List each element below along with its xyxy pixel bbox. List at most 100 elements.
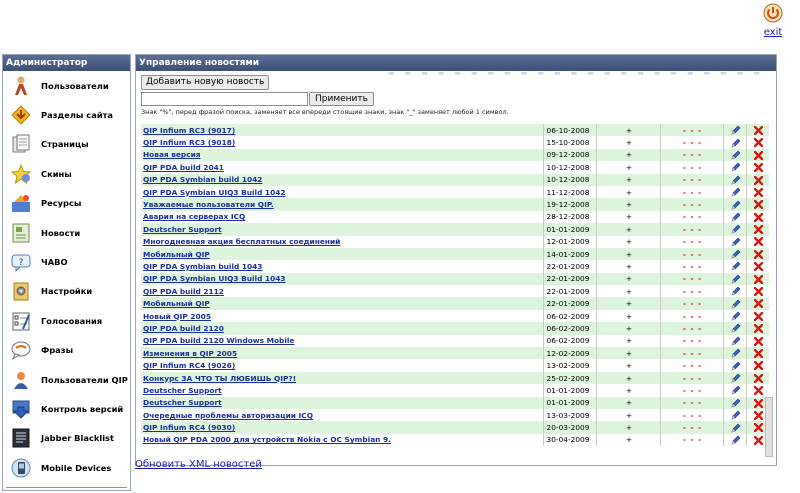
news-title-link[interactable]: Deutscher Support: [143, 225, 222, 234]
edit-icon[interactable]: [731, 237, 741, 247]
sidebar-item-jabber-blacklist[interactable]: Jabber Blacklist: [3, 424, 130, 453]
news-title-link[interactable]: QIP Infium RC4 (9030): [143, 423, 235, 432]
news-title-link[interactable]: QIP PDA Symbian UIQ3 Build 1042: [143, 188, 286, 197]
news-title-link[interactable]: QIP Infium RC3 (9018): [143, 138, 235, 147]
edit-icon[interactable]: [731, 187, 741, 197]
news-title-link[interactable]: QIP PDA build 2120: [143, 324, 224, 333]
update-xml-link[interactable]: Обновить XML новостей: [135, 459, 262, 470]
delete-icon[interactable]: [754, 212, 764, 222]
news-title-link[interactable]: Уважаемые пользователи QIP.: [143, 200, 274, 209]
news-title-link[interactable]: Мобильный QIP: [143, 250, 210, 259]
add-news-button[interactable]: Добавить новую новость: [141, 75, 270, 90]
news-title-link[interactable]: Deutscher Support: [143, 398, 222, 407]
edit-icon[interactable]: [731, 385, 741, 395]
sidebar-item-faq[interactable]: ? ЧАВО: [3, 247, 130, 276]
delete-icon[interactable]: [754, 163, 764, 173]
delete-icon[interactable]: [754, 373, 764, 383]
sidebar-item-resources[interactable]: Ресурсы: [3, 189, 130, 218]
exit-link[interactable]: exit: [764, 27, 783, 38]
delete-icon[interactable]: [754, 336, 764, 346]
news-title-link[interactable]: Очередные проблемы авторизации ICQ: [143, 411, 313, 420]
sidebar-item-polls[interactable]: Голосования: [3, 306, 130, 335]
news-title-link[interactable]: QIP PDA build 2041: [143, 163, 224, 172]
sidebar-item-phrases[interactable]: Фразы: [3, 336, 130, 365]
edit-icon[interactable]: [731, 274, 741, 284]
delete-icon[interactable]: [754, 435, 764, 445]
edit-icon[interactable]: [731, 261, 741, 271]
news-title-link[interactable]: QIP Infium RC3 (9017): [143, 126, 235, 135]
sidebar-item-pages[interactable]: Страницы: [3, 130, 130, 159]
news-title-link[interactable]: Мобильный QIP: [143, 299, 210, 308]
delete-icon[interactable]: [754, 125, 764, 135]
delete-icon[interactable]: [754, 249, 764, 259]
edit-icon[interactable]: [731, 150, 741, 160]
sidebar-item-skins[interactable]: Скины: [3, 159, 130, 188]
edit-icon[interactable]: [731, 348, 741, 358]
edit-icon[interactable]: [731, 286, 741, 296]
edit-icon[interactable]: [731, 336, 741, 346]
delete-icon[interactable]: [754, 423, 764, 433]
news-title-link[interactable]: Deutscher Support: [143, 386, 222, 395]
edit-icon[interactable]: [731, 398, 741, 408]
sidebar-item-mobile-devices[interactable]: Mobile Devices: [3, 453, 130, 482]
power-icon[interactable]: [763, 3, 783, 23]
edit-icon[interactable]: [731, 125, 741, 135]
edit-icon[interactable]: [731, 361, 741, 371]
delete-icon[interactable]: [754, 200, 764, 210]
delete-icon[interactable]: [754, 262, 764, 272]
news-title-link[interactable]: QIP PDA build 2112: [143, 287, 224, 296]
edit-icon[interactable]: [731, 212, 741, 222]
sidebar-item-sections[interactable]: Разделы сайта: [3, 100, 130, 129]
news-title-link[interactable]: Изменения в QIP 2005: [143, 349, 237, 358]
delete-icon[interactable]: [754, 187, 764, 197]
delete-icon[interactable]: [754, 398, 764, 408]
delete-icon[interactable]: [754, 274, 764, 284]
sidebar-item-users[interactable]: Пользователи: [3, 71, 130, 100]
delete-icon[interactable]: [754, 175, 764, 185]
news-title-link[interactable]: QIP Infium RC4 (9026): [143, 361, 235, 370]
news-title-link[interactable]: QIP PDA Symbian build 1042: [143, 175, 262, 184]
edit-icon[interactable]: [731, 138, 741, 148]
delete-icon[interactable]: [754, 311, 764, 321]
edit-icon[interactable]: [731, 423, 741, 433]
news-title-link[interactable]: Новый QIP PDA 2000 для устройств Nokia с…: [143, 435, 391, 444]
news-title-link[interactable]: QIP PDA Symbian UIQ3 Build 1043: [143, 274, 286, 283]
edit-icon[interactable]: [731, 249, 741, 259]
edit-icon[interactable]: [731, 435, 741, 445]
edit-icon[interactable]: [731, 410, 741, 420]
delete-icon[interactable]: [754, 410, 764, 420]
delete-icon[interactable]: [754, 324, 764, 334]
news-title-link[interactable]: QIP PDA build 2120 Windows Mobile: [143, 336, 294, 345]
sidebar-item-news[interactable]: Новости: [3, 218, 130, 247]
delete-icon[interactable]: [754, 348, 764, 358]
edit-icon[interactable]: [731, 323, 741, 333]
news-title-link[interactable]: Многодневная акция бесплатных соединений: [143, 237, 340, 246]
apply-button[interactable]: Применить: [309, 92, 374, 106]
news-title-link[interactable]: Авария на серверах ICQ: [143, 212, 245, 221]
news-title-link[interactable]: Новый QIP 2005: [143, 312, 211, 321]
sidebar-item-qip-users[interactable]: Пользователи QIP: [3, 365, 130, 394]
edit-icon[interactable]: [731, 311, 741, 321]
delete-icon[interactable]: [754, 361, 764, 371]
delete-icon[interactable]: [754, 299, 764, 309]
edit-icon[interactable]: [731, 373, 741, 383]
delete-icon[interactable]: [754, 225, 764, 235]
delete-icon[interactable]: [754, 150, 764, 160]
sidebar-item-version-control[interactable]: Контроль версий: [3, 394, 130, 423]
edit-icon[interactable]: [731, 162, 741, 172]
edit-icon[interactable]: [731, 299, 741, 309]
edit-icon[interactable]: [731, 200, 741, 210]
scrollbar[interactable]: [765, 117, 773, 462]
news-title-link[interactable]: Конкурс ЗА ЧТО ТЫ ЛЮБИШЬ QIP?!: [143, 374, 296, 383]
delete-icon[interactable]: [754, 386, 764, 396]
scrollbar-thumb[interactable]: [765, 397, 773, 457]
news-title-link[interactable]: QIP PDA Symbian build 1043: [143, 262, 262, 271]
edit-icon[interactable]: [731, 175, 741, 185]
news-title-link[interactable]: Новая версия: [143, 150, 201, 159]
delete-icon[interactable]: [754, 138, 764, 148]
search-input[interactable]: [141, 92, 308, 106]
edit-icon[interactable]: [731, 224, 741, 234]
delete-icon[interactable]: [754, 237, 764, 247]
delete-icon[interactable]: [754, 287, 764, 297]
sidebar-item-settings[interactable]: Настройки: [3, 277, 130, 306]
